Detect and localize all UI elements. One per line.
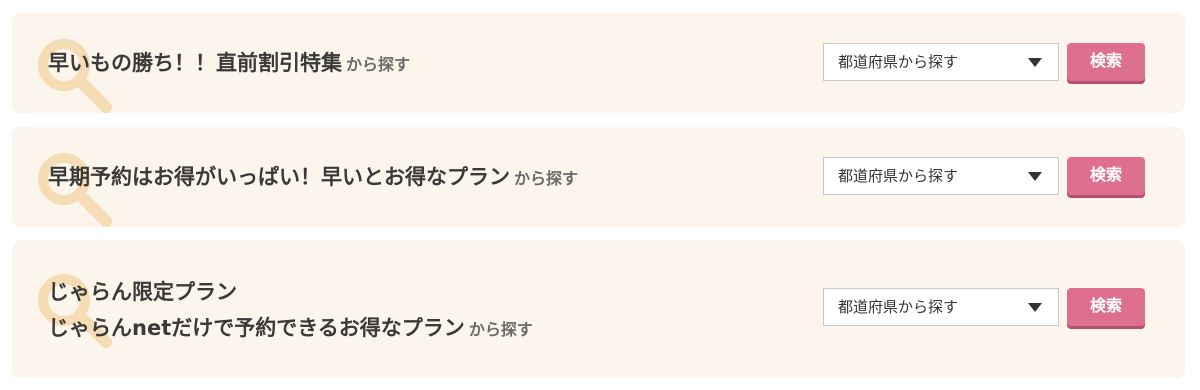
title-line: 早期予約はお得がいっぱい！早いとお得なプラン bbox=[48, 165, 510, 189]
search-panel-early-booking: 早期予約はお得がいっぱい！早いとお得なプラン から探す 都道府県から探す 検索 bbox=[12, 127, 1185, 227]
title-suffix: から探す bbox=[468, 320, 533, 339]
prefecture-select-label: 都道府県から探す bbox=[838, 167, 959, 185]
title-suffix: から探す bbox=[346, 55, 411, 74]
prefecture-select[interactable]: 都道府県から探す bbox=[823, 288, 1059, 326]
search-panel-jalan-exclusive: じゃらん限定プラン じゃらんnetだけで予約できるお得なプラン から探す 都道府県… bbox=[12, 240, 1185, 378]
section-title: 早期予約はお得がいっぱい！早いとお得なプラン から探す bbox=[48, 159, 578, 197]
search-button[interactable]: 検索 bbox=[1067, 157, 1145, 195]
caret-down-icon bbox=[1028, 172, 1042, 181]
prefecture-select[interactable]: 都道府県から探す bbox=[823, 43, 1059, 81]
section-title: 早いもの勝ち！！直前割引特集 から探す bbox=[48, 45, 410, 83]
prefecture-select-label: 都道府県から探す bbox=[838, 53, 959, 71]
title-line: じゃらんnetだけで予約できるお得なプラン bbox=[48, 316, 465, 340]
search-panel-last-minute: 早いもの勝ち！！直前割引特集 から探す 都道府県から探す 検索 bbox=[12, 13, 1185, 113]
section-title: じゃらん限定プラン じゃらんnetだけで予約できるお得なプラン から探す bbox=[48, 274, 533, 348]
title-suffix: から探す bbox=[514, 169, 579, 188]
title-line: じゃらん限定プラン bbox=[48, 280, 237, 304]
caret-down-icon bbox=[1028, 303, 1042, 312]
prefecture-select[interactable]: 都道府県から探す bbox=[823, 157, 1059, 195]
prefecture-select-label: 都道府県から探す bbox=[838, 298, 959, 316]
plan-search-list: 早いもの勝ち！！直前割引特集 から探す 都道府県から探す 検索 早期予約はお得がい… bbox=[0, 0, 1200, 390]
search-button[interactable]: 検索 bbox=[1067, 43, 1145, 81]
title-line: 早いもの勝ち！！直前割引特集 bbox=[48, 51, 342, 75]
caret-down-icon bbox=[1028, 58, 1042, 67]
search-button[interactable]: 検索 bbox=[1067, 288, 1145, 326]
